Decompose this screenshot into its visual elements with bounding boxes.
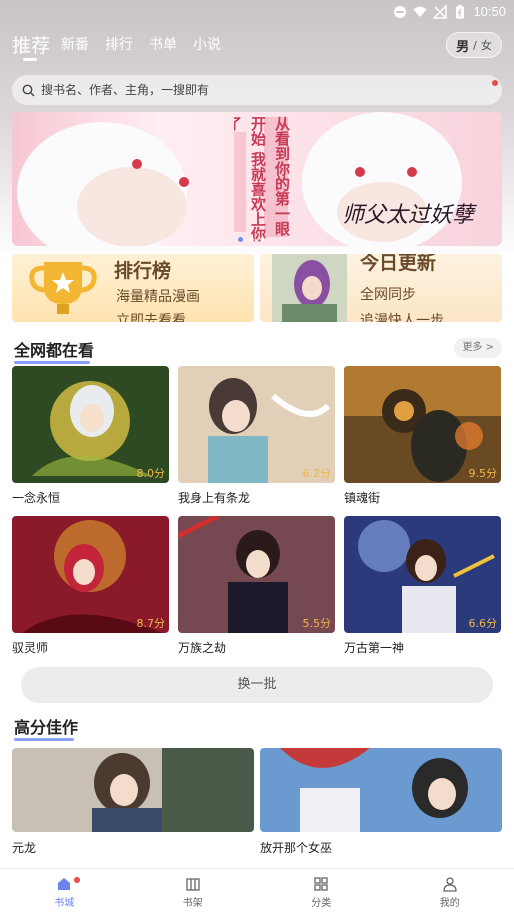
gender-switch[interactable]: 男 / 女 xyxy=(446,32,502,58)
comic-card[interactable]: 8.7分 驭灵师 xyxy=(12,516,169,656)
comic-score: 8.7分 xyxy=(136,617,166,630)
nav-label: 书架 xyxy=(182,897,203,909)
active-tab-indicator xyxy=(23,58,37,61)
search-icon xyxy=(22,84,35,96)
comic-card[interactable]: 9.5分 镇魂街 xyxy=(344,366,501,506)
comic-cover[interactable]: 9.5分 xyxy=(344,366,501,483)
comic-score: 9.5分 xyxy=(468,467,498,480)
banner-pagination xyxy=(238,237,265,242)
comic-score: 6.2分 xyxy=(302,467,332,480)
comic-title[interactable]: 镇魂街 xyxy=(344,489,501,506)
comic-card-wide[interactable]: 元龙 xyxy=(12,748,254,856)
comic-score: 6.6分 xyxy=(468,617,498,630)
tab-recommend[interactable]: 推荐 xyxy=(12,31,50,58)
promo-ranking-line1: 海量精品漫画 xyxy=(116,289,200,305)
comic-cover[interactable]: 6.6分 xyxy=(344,516,501,633)
promo-ranking-title: 排行榜 xyxy=(114,260,172,282)
status-time: 10:50 xyxy=(473,4,506,19)
nav-badge-dot xyxy=(74,877,80,883)
section-top-label: 高分佳作 xyxy=(14,718,79,737)
comic-cover[interactable] xyxy=(12,748,254,832)
promo-ranking[interactable]: 排行榜 海量精品漫画 立即去看看 xyxy=(12,254,254,322)
cover-image xyxy=(260,748,502,832)
comic-cover[interactable]: 8.7分 xyxy=(12,516,169,633)
comic-cover[interactable]: 8.0分 xyxy=(12,366,169,483)
comic-title[interactable]: 万族之劫 xyxy=(178,639,335,656)
section-underline xyxy=(14,738,74,741)
section-hot-title: 全网都在看 xyxy=(14,337,95,364)
tab-novel[interactable]: 小说 xyxy=(193,34,221,54)
banner-dot xyxy=(249,237,254,242)
bookshelf-icon xyxy=(186,877,200,891)
comic-score: 8.0分 xyxy=(136,467,166,480)
banner-caption-left: 从看到你的第一眼开始 我就喜欢上你了 xyxy=(234,116,291,242)
notification-dot xyxy=(492,80,498,86)
search-input[interactable] xyxy=(41,83,461,97)
nav-label: 书城 xyxy=(54,897,75,909)
comic-card-wide[interactable]: 放开那个女巫 xyxy=(260,748,502,856)
comic-title[interactable]: 一念永恒 xyxy=(12,489,169,506)
more-button[interactable]: 更多 > xyxy=(454,338,502,358)
nav-label: 分类 xyxy=(311,897,332,909)
promo-daily-update[interactable]: 今日更新 全网同步 追漫快人一步 xyxy=(260,254,502,322)
section-underline xyxy=(14,361,90,364)
promo-ranking-line2: 立即去看看 xyxy=(116,313,186,322)
bottom-nav: 书城 书架 分类 我的 xyxy=(0,868,514,915)
nav-category[interactable]: 分类 xyxy=(257,869,386,915)
nav-profile[interactable]: 我的 xyxy=(386,869,514,915)
promo-update-line1: 全网同步 xyxy=(360,287,416,303)
tab-booklist[interactable]: 书单 xyxy=(149,34,177,54)
search-bar[interactable] xyxy=(12,75,502,105)
tab-ranking[interactable]: 排行 xyxy=(105,34,133,54)
nav-bookstore[interactable]: 书城 xyxy=(0,869,129,915)
home-icon xyxy=(58,877,71,890)
tab-new[interactable]: 新番 xyxy=(61,34,89,54)
comic-cover[interactable]: 5.5分 xyxy=(178,516,335,633)
comic-card[interactable]: 6.6分 万古第一神 xyxy=(344,516,501,656)
banner-dot-active xyxy=(238,237,243,242)
comic-score: 5.5分 xyxy=(302,617,332,630)
cover-image xyxy=(12,748,254,832)
promo-update-line2: 追漫快人一步 xyxy=(360,313,444,322)
wifi-icon xyxy=(413,6,427,17)
nav-label: 我的 xyxy=(439,897,460,909)
user-icon xyxy=(443,876,457,892)
promo-update-title: 今日更新 xyxy=(360,254,437,274)
comic-cover[interactable] xyxy=(260,748,502,832)
promo-update-illustration xyxy=(272,254,347,322)
banner-caption-right: 师父太过妖孽 xyxy=(342,203,475,228)
comic-cover[interactable]: 6.2分 xyxy=(178,366,335,483)
comic-card[interactable]: 6.2分 我身上有条龙 xyxy=(178,366,335,506)
battery-icon xyxy=(456,4,465,18)
category-grid-icon xyxy=(314,876,328,891)
gender-male[interactable]: 男 xyxy=(456,36,469,55)
top-tab-bar: 推荐 新番 排行 书单 小说 男 / 女 xyxy=(12,30,502,61)
section-hot-label: 全网都在看 xyxy=(14,341,95,360)
banner-carousel[interactable]: 从看到你的第一眼开始 我就喜欢上你了 师父太过妖孽 xyxy=(12,112,502,246)
comic-title[interactable]: 元龙 xyxy=(12,839,254,856)
comic-title[interactable]: 我身上有条龙 xyxy=(178,489,335,506)
signal-icon xyxy=(433,4,448,19)
refresh-batch-button[interactable]: 换一批 xyxy=(21,667,493,703)
nav-bookshelf[interactable]: 书架 xyxy=(129,869,258,915)
status-bar: 10:50 xyxy=(0,0,514,24)
banner-dot xyxy=(260,237,265,242)
comic-card[interactable]: 8.0分 一念永恒 xyxy=(12,366,169,506)
do-not-disturb-icon xyxy=(394,5,407,18)
gender-separator: / xyxy=(473,38,477,52)
comic-card[interactable]: 5.5分 万族之劫 xyxy=(178,516,335,656)
comic-title[interactable]: 万古第一神 xyxy=(344,639,501,656)
comic-title[interactable]: 放开那个女巫 xyxy=(260,839,502,856)
section-top-title: 高分佳作 xyxy=(14,714,79,741)
comic-title[interactable]: 驭灵师 xyxy=(12,639,169,656)
trophy-icon xyxy=(29,262,97,314)
gender-female[interactable]: 女 xyxy=(481,37,492,53)
